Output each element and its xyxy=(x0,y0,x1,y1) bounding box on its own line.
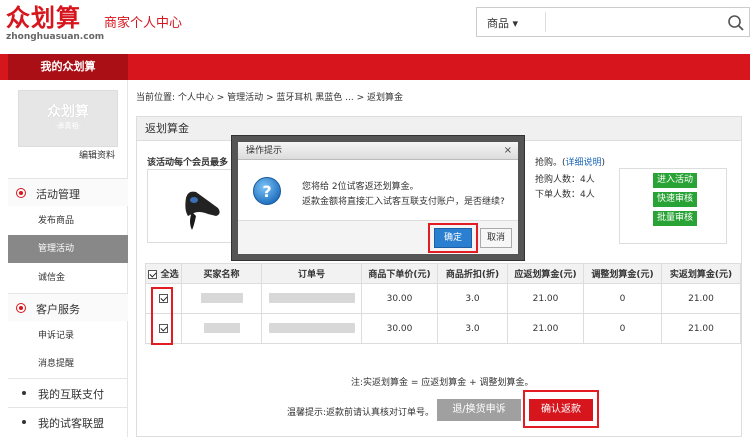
sidebar: 众划算 -承真相- 编辑资料 活动管理 发布商品 管理活动 诚信金 客户服务 申… xyxy=(8,80,128,437)
sidebar-section-activity[interactable]: 活动管理 xyxy=(8,178,128,206)
search-divider xyxy=(545,12,546,32)
refund-appeal-button[interactable]: 退/换货申诉 xyxy=(437,399,521,421)
question-icon: ? xyxy=(253,177,281,205)
section-bullet-icon xyxy=(16,188,26,198)
section-label: 活动管理 xyxy=(36,188,80,201)
actual-cell: 21.00 xyxy=(661,313,741,344)
edit-profile-link[interactable]: 编辑资料 xyxy=(79,148,115,161)
dialog-message: 您将给 2位试客返还划算金。 返款金额将直接汇入试客互联支付账户，是否继续? xyxy=(302,180,505,210)
sidebar-item-messages[interactable]: 消息提醒 xyxy=(8,350,128,378)
purchase-note: 抢购。(详细说明) xyxy=(535,158,606,168)
activity-note: 该活动每个会员最多 xyxy=(147,158,229,168)
col-order: 订单号 xyxy=(261,263,362,284)
dialog-header: 操作提示 × xyxy=(238,142,518,160)
col-adjust: 调整划算金(元) xyxy=(583,263,662,284)
order-number-redacted xyxy=(261,283,362,314)
section-bullet-icon xyxy=(16,303,26,313)
buyer-name-redacted xyxy=(181,313,262,344)
avatar-subtitle: -承真相- xyxy=(54,122,82,130)
sidebar-item-complaints[interactable]: 申诉记录 xyxy=(8,322,128,350)
sidebar-link-payment[interactable]: 我的互联支付 xyxy=(8,378,128,406)
due-cell: 21.00 xyxy=(507,283,584,314)
col-buyer: 买家名称 xyxy=(181,263,262,284)
dialog-cancel-button[interactable]: 取消 xyxy=(480,228,512,248)
quick-review-button[interactable]: 快速审核 xyxy=(653,192,697,207)
discount-cell: 3.0 xyxy=(437,283,508,314)
section-label: 客户服务 xyxy=(36,303,80,316)
adjust-cell[interactable]: 0 xyxy=(583,313,662,344)
adjust-cell[interactable]: 0 xyxy=(583,283,662,314)
sidebar-item-publish-goods[interactable]: 发布商品 xyxy=(8,207,128,235)
header: 众划算 zhonghuasuan.com 商家个人中心 商品 ▾ xyxy=(0,0,750,52)
avatar-logo: 众划算 xyxy=(47,104,89,120)
enter-activity-button[interactable]: 进入活动 xyxy=(653,173,697,188)
table-header-row: 全选 买家名称 订单号 商品下单价(元) 商品折扣(折) 应返划算金(元) 调整… xyxy=(145,263,741,284)
order-number-redacted xyxy=(261,313,362,344)
activity-stats: 抢购人数：4人 下单人数：4人 xyxy=(535,173,595,203)
search-category-select[interactable]: 商品 ▾ xyxy=(487,15,518,31)
price-cell: 30.00 xyxy=(361,313,438,344)
site-title: 商家个人中心 xyxy=(104,16,183,31)
close-icon[interactable]: × xyxy=(504,142,512,160)
search-icon[interactable] xyxy=(727,14,745,32)
link-label: 我的试客联盟 xyxy=(38,417,104,430)
refund-table: 全选 买家名称 订单号 商品下单价(元) 商品折扣(折) 应返划算金(元) 调整… xyxy=(145,263,741,344)
ok-highlight-box xyxy=(428,223,478,253)
batch-review-button[interactable]: 批量审核 xyxy=(653,211,697,226)
confirm-highlight-box xyxy=(523,390,599,428)
dialog-message-line2: 返款金额将直接汇入试客互联支付账户，是否继续? xyxy=(302,197,505,207)
link-label: 我的互联支付 xyxy=(38,388,104,401)
breadcrumb: 当前位置: 个人中心 > 管理活动 > 蓝牙耳机 黑蓝色 ... > 返划算金 xyxy=(136,93,403,103)
table-row: 30.00 3.0 21.00 0 21.00 xyxy=(145,283,741,314)
sidebar-section-service[interactable]: 客户服务 xyxy=(8,293,128,321)
col-due: 应返划算金(元) xyxy=(507,263,584,284)
dialog-title: 操作提示 xyxy=(246,146,283,156)
tip-note: 温馨提示:返款前请认真核对订单号。 xyxy=(287,408,435,418)
due-cell: 21.00 xyxy=(507,313,584,344)
bullet-dot-icon xyxy=(22,420,26,424)
nav-my-zhonghuasuan[interactable]: 我的众划算 xyxy=(8,54,128,80)
bullet-dot-icon xyxy=(22,391,26,395)
actual-cell: 21.00 xyxy=(661,283,741,314)
avatar[interactable]: 众划算 -承真相- xyxy=(18,90,118,147)
svg-text:?: ? xyxy=(262,182,271,201)
formula-note: 注:实返划算金 = 应返划算金 + 调整划算金。 xyxy=(351,378,534,388)
col-price: 商品下单价(元) xyxy=(361,263,438,284)
details-link[interactable]: 详细说明 xyxy=(566,158,602,168)
checkbox-highlight-box xyxy=(151,287,173,345)
confirm-dialog: 操作提示 × ? 您将给 2位试客返还划算金。 返款金额将直接汇入试客互联支付账… xyxy=(232,136,524,260)
orders-count: 下单人数：4人 xyxy=(535,190,595,200)
table-row: 30.00 3.0 21.00 0 21.00 xyxy=(145,313,741,344)
logo[interactable]: 众划算 zhonghuasuan.com xyxy=(6,3,105,43)
col-discount: 商品折扣(折) xyxy=(437,263,508,284)
dialog-footer: 确定 取消 xyxy=(238,220,518,254)
discount-cell: 3.0 xyxy=(437,313,508,344)
select-all-checkbox[interactable] xyxy=(148,270,158,279)
action-button-group: 进入活动 快速审核 批量审核 xyxy=(619,168,727,244)
price-cell: 30.00 xyxy=(361,283,438,314)
sidebar-item-deposit[interactable]: 诚信金 xyxy=(8,264,128,292)
buyer-name-redacted xyxy=(181,283,262,314)
col-actual: 实返划算金(元) xyxy=(661,263,741,284)
buyers-count: 抢购人数：4人 xyxy=(535,175,595,185)
logo-text: 众划算 xyxy=(6,3,81,32)
dialog-message-line1: 您将给 2位试客返还划算金。 xyxy=(302,182,419,192)
logo-domain: zhonghuasuan.com xyxy=(6,32,105,42)
search-box[interactable]: 商品 ▾ xyxy=(476,7,750,37)
sidebar-link-tester-league[interactable]: 我的试客联盟 xyxy=(8,407,128,435)
sidebar-item-manage-activity[interactable]: 管理活动 xyxy=(8,235,128,263)
select-all-header[interactable]: 全选 xyxy=(145,263,182,284)
